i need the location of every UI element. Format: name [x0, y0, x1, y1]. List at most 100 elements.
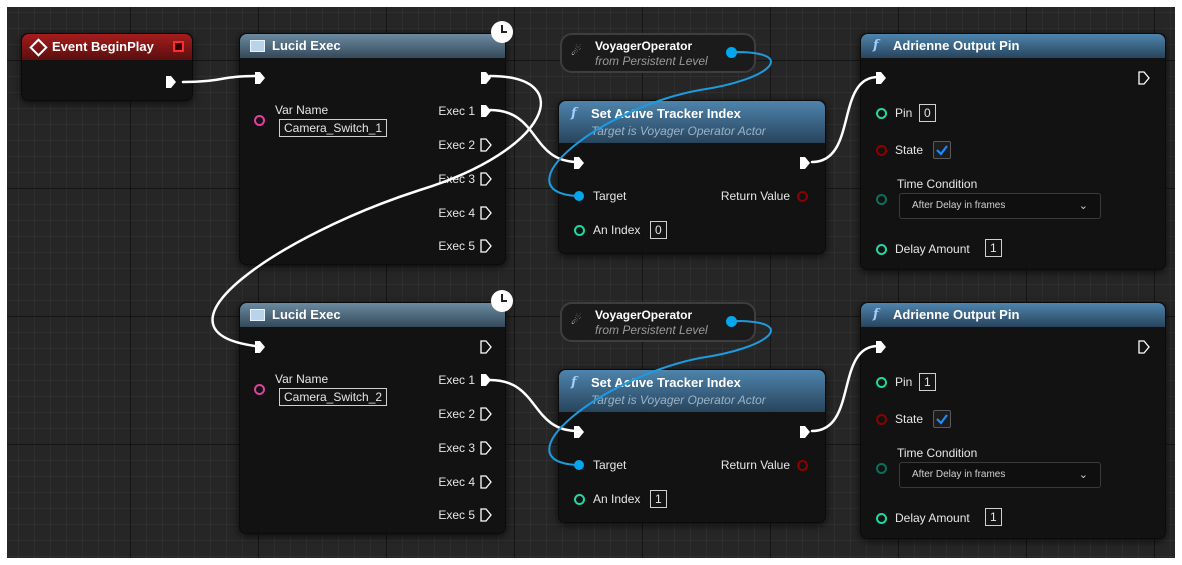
- event-diamond-icon: [29, 38, 48, 57]
- int-pin[interactable]: [876, 108, 887, 119]
- pin-input[interactable]: 1: [919, 373, 936, 391]
- node-title: Lucid Exec: [272, 38, 341, 53]
- exec-out-pin-1[interactable]: [480, 373, 492, 387]
- an-index-input[interactable]: 1: [650, 490, 667, 508]
- int-pin[interactable]: [876, 244, 887, 255]
- checkmark-icon: [936, 414, 948, 425]
- delay-amount-label: Delay Amount: [895, 242, 970, 256]
- exec-out-label: Exec 5: [438, 508, 475, 522]
- adrienne-output-pin-node-2[interactable]: f Adrienne Output Pin Pin 1 State Time C…: [860, 302, 1166, 539]
- bool-pin[interactable]: [876, 414, 887, 425]
- return-value-pin[interactable]: [797, 460, 808, 471]
- time-condition-dropdown[interactable]: After Delay in frames ⌄: [899, 193, 1101, 219]
- var-name-input[interactable]: Camera_Switch_2: [279, 388, 388, 406]
- exec-out-pin[interactable]: [1138, 71, 1150, 85]
- target-pin[interactable]: [574, 191, 584, 201]
- int-pin[interactable]: [574, 494, 585, 505]
- exec-out-pin-4[interactable]: [480, 475, 492, 489]
- exec-out-pin-3[interactable]: [480, 441, 492, 455]
- target-pin[interactable]: [574, 460, 584, 470]
- exec-out-pin-4[interactable]: [480, 206, 492, 220]
- time-condition-value: After Delay in frames: [912, 200, 1006, 211]
- checkmark-icon: [936, 145, 948, 156]
- time-condition-label: Time Condition: [897, 446, 978, 460]
- exec-out-pin[interactable]: [799, 156, 811, 170]
- exec-out-label: Exec 1: [438, 373, 475, 387]
- node-header: Lucid Exec: [240, 303, 505, 327]
- state-checkbox[interactable]: [933, 410, 951, 428]
- string-pin[interactable]: [254, 115, 265, 126]
- exec-out-pin-5[interactable]: [480, 239, 492, 253]
- exec-out-pin-3[interactable]: [480, 172, 492, 186]
- exec-in-pin[interactable]: [254, 340, 266, 354]
- exec-out-pin[interactable]: [480, 340, 492, 354]
- lucid-exec-node-2[interactable]: Lucid Exec Var Name Camera_Switch_2 Exec…: [239, 302, 506, 534]
- adrienne-output-pin-node-1[interactable]: f Adrienne Output Pin Pin 0 State Time C…: [860, 33, 1166, 270]
- time-condition-dropdown[interactable]: After Delay in frames ⌄: [899, 462, 1101, 488]
- actor-ref-icon: ☄: [571, 44, 582, 58]
- function-icon: f: [571, 375, 577, 390]
- exec-out-label: Exec 2: [438, 138, 475, 152]
- bool-pin[interactable]: [876, 145, 887, 156]
- int-pin[interactable]: [876, 377, 887, 388]
- voyager-operator-ref-2[interactable]: ☄ VoyagerOperator from Persistent Level: [560, 302, 756, 342]
- int-pin[interactable]: [574, 225, 585, 236]
- target-label: Target: [593, 189, 627, 203]
- return-value-label: Return Value: [720, 189, 790, 203]
- ref-subtitle: from Persistent Level: [595, 54, 708, 68]
- ref-title: VoyagerOperator: [595, 39, 693, 53]
- exec-out-pin-1[interactable]: [480, 104, 492, 118]
- set-active-tracker-index-node-1[interactable]: f Set Active Tracker Index Target is Voy…: [558, 100, 826, 254]
- node-subtitle: Target is Voyager Operator Actor: [591, 393, 766, 407]
- exec-out-pin-2[interactable]: [480, 407, 492, 421]
- exec-in-pin[interactable]: [573, 425, 585, 439]
- exec-out-label: Exec 3: [438, 441, 475, 455]
- exec-out-pin-5[interactable]: [480, 508, 492, 522]
- event-beginplay-node[interactable]: Event BeginPlay: [21, 33, 193, 101]
- return-value-pin[interactable]: [797, 191, 808, 202]
- target-label: Target: [593, 458, 627, 472]
- node-title: Adrienne Output Pin: [893, 307, 1020, 322]
- exec-out-pin[interactable]: [480, 71, 492, 85]
- an-index-input[interactable]: 0: [650, 221, 667, 239]
- node-header: f Set Active Tracker Index Target is Voy…: [559, 370, 825, 412]
- exec-out-label: Exec 1: [438, 104, 475, 118]
- node-header: f Adrienne Output Pin: [861, 303, 1165, 327]
- state-checkbox[interactable]: [933, 141, 951, 159]
- pin-input[interactable]: 0: [919, 104, 936, 122]
- node-title: Lucid Exec: [272, 307, 341, 322]
- function-icon: f: [571, 106, 577, 121]
- lucid-exec-node-1[interactable]: Lucid Exec Var Name Camera_Switch_1 Exec…: [239, 33, 506, 265]
- exec-in-pin[interactable]: [875, 71, 887, 85]
- exec-out-label: Exec 4: [438, 206, 475, 220]
- set-active-tracker-index-node-2[interactable]: f Set Active Tracker Index Target is Voy…: [558, 369, 826, 523]
- string-pin[interactable]: [254, 384, 265, 395]
- exec-out-pin[interactable]: [799, 425, 811, 439]
- enum-pin[interactable]: [876, 463, 887, 474]
- exec-in-pin[interactable]: [573, 156, 585, 170]
- var-name-input[interactable]: Camera_Switch_1: [279, 119, 388, 137]
- int-pin[interactable]: [876, 513, 887, 524]
- node-subtitle: Target is Voyager Operator Actor: [591, 124, 766, 138]
- latent-clock-icon: [491, 21, 513, 43]
- object-out-pin[interactable]: [726, 47, 737, 58]
- exec-out-pin[interactable]: [165, 75, 177, 89]
- exec-out-pin[interactable]: [1138, 340, 1150, 354]
- an-index-label: An Index: [593, 492, 641, 506]
- delay-amount-input[interactable]: 1: [985, 508, 1002, 526]
- voyager-operator-ref-1[interactable]: ☄ VoyagerOperator from Persistent Level: [560, 33, 756, 73]
- delegate-pin-icon[interactable]: [173, 41, 184, 52]
- node-title: Event BeginPlay: [52, 39, 154, 54]
- object-out-pin[interactable]: [726, 316, 737, 327]
- delay-amount-input[interactable]: 1: [985, 239, 1002, 257]
- state-label: State: [895, 143, 924, 157]
- node-title: Set Active Tracker Index: [591, 375, 741, 390]
- exec-out-pin-2[interactable]: [480, 138, 492, 152]
- node-title: Adrienne Output Pin: [893, 38, 1020, 53]
- node-title: Set Active Tracker Index: [591, 106, 741, 121]
- actor-ref-icon: ☄: [571, 313, 582, 327]
- exec-in-pin[interactable]: [875, 340, 887, 354]
- var-name-label: Var Name: [275, 103, 329, 117]
- exec-in-pin[interactable]: [254, 71, 266, 85]
- enum-pin[interactable]: [876, 194, 887, 205]
